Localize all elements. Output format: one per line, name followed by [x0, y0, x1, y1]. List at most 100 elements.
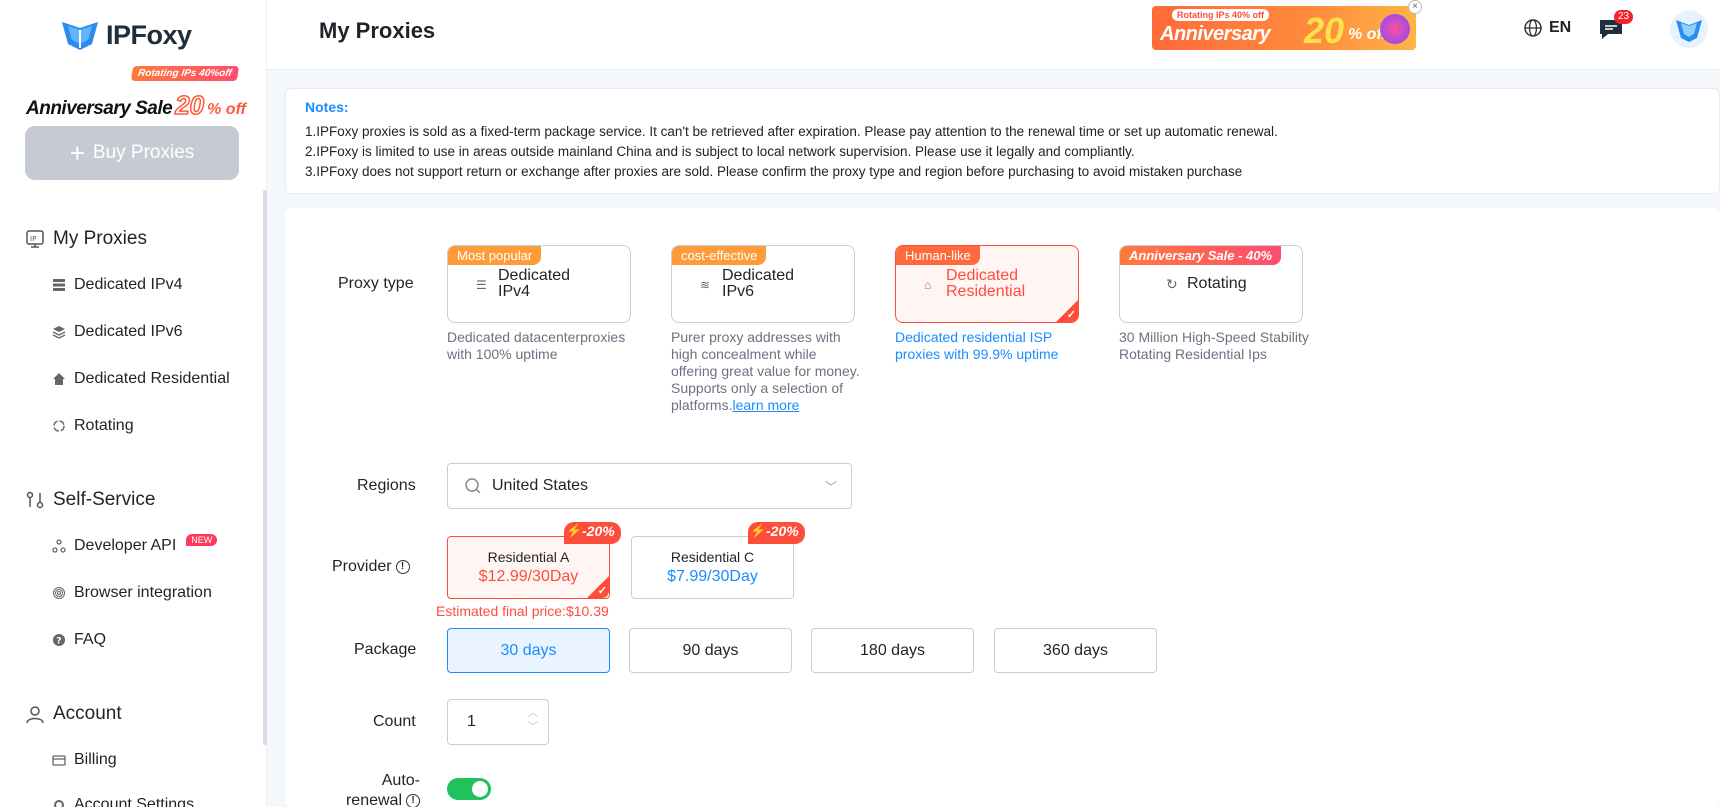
region-select[interactable]: United States ﹀ — [447, 463, 852, 509]
sidebar-item-developer-api[interactable]: Developer API NEW — [52, 534, 218, 555]
info-icon[interactable]: ! — [406, 793, 420, 807]
count-stepper[interactable]: 1 ︿ ﹀ — [447, 699, 549, 745]
discount-badge: -20% — [564, 522, 621, 544]
anniversary-banner[interactable]: Rotating IPs 40% off Anniversary 20 % of… — [1152, 6, 1416, 50]
banner-tag: Rotating IPs 40% off — [1172, 9, 1270, 21]
proxy-desc-ipv4: Dedicated datacenterproxies with 100% up… — [447, 329, 626, 362]
card-name: Dedicated Residential — [946, 267, 1026, 300]
plus-icon: + — [69, 138, 85, 168]
new-badge: NEW — [186, 534, 218, 546]
logo-text: IPFoxy — [106, 19, 192, 50]
sidebar-item-label: Account Settings — [74, 796, 195, 807]
note-line: 2.IPFoxy is limited to use in areas outs… — [305, 144, 1135, 159]
check-icon: ✓ — [597, 585, 607, 597]
fingerprint-icon — [52, 586, 66, 600]
layers-icon — [52, 325, 66, 339]
nav-section-account[interactable]: Account — [25, 703, 122, 725]
provider-label: Provider! — [332, 558, 410, 576]
language-selector[interactable]: EN — [1523, 18, 1571, 38]
card-name: Dedicated IPv4 — [498, 267, 571, 300]
card-name: Dedicated IPv6 — [722, 267, 795, 300]
settings-icon — [52, 798, 66, 807]
nav-section-label: Account — [53, 703, 122, 724]
promo-sale-text: Anniversary Sale — [26, 98, 173, 119]
card-tag: Most popular — [448, 246, 542, 265]
promo-sale[interactable]: Anniversary Sale 20 % off — [26, 89, 246, 121]
banner-text: Anniversary — [1160, 23, 1271, 45]
svg-text:IP: IP — [30, 235, 36, 243]
search-icon — [465, 478, 481, 494]
package-360-days[interactable]: 360 days — [994, 628, 1157, 673]
sidebar-item-dedicated-residential[interactable]: Dedicated Residential — [52, 370, 230, 388]
note-line: 3.IPFoxy does not support return or exch… — [305, 164, 1243, 179]
sidebar-item-label: Dedicated IPv4 — [74, 276, 183, 293]
notes-title: Notes: — [305, 99, 349, 115]
server-icon: ☰ — [476, 278, 487, 292]
proxy-desc-residential: Dedicated residential ISP proxies with 9… — [895, 329, 1059, 362]
ip-icon: IP — [25, 229, 45, 249]
message-count-badge: 23 — [1614, 10, 1634, 24]
buy-proxies-label: Buy Proxies — [92, 142, 195, 163]
discount-badge: -20% — [748, 522, 805, 544]
count-value: 1 — [467, 713, 476, 730]
nav-section-label: My Proxies — [53, 228, 147, 249]
banner-close-icon[interactable]: × — [1408, 0, 1422, 14]
page-title: My Proxies — [319, 18, 436, 43]
home-icon — [52, 372, 66, 386]
banner-percent: 20 — [1304, 10, 1345, 50]
note-line: 1.IPFoxy proxies is sold as a fixed-term… — [305, 124, 1278, 139]
sidebar-item-label: Browser integration — [74, 584, 212, 601]
proxy-type-card-rotating[interactable]: Anniversary Sale - 40% ↻ Rotating — [1119, 245, 1303, 323]
sidebar-item-billing[interactable]: Billing — [52, 751, 117, 769]
workflow-icon — [25, 490, 45, 510]
sidebar-item-label: Dedicated Residential — [74, 370, 230, 387]
package-180-days[interactable]: 180 days — [811, 628, 974, 673]
info-icon[interactable]: ! — [395, 559, 410, 574]
provider-card-residential-a[interactable]: Residential A $12.99/30Day ✓ — [447, 536, 610, 599]
logo[interactable]: IPFoxy — [60, 18, 192, 52]
nav-section-my-proxies[interactable]: IP My Proxies — [25, 228, 147, 250]
card-tag: Human-like — [896, 246, 980, 265]
sidebar-scrollbar[interactable] — [263, 190, 267, 745]
sidebar-item-dedicated-ipv6[interactable]: Dedicated IPv6 — [52, 323, 183, 341]
nav-section-label: Self-Service — [53, 489, 156, 510]
count-label: Count — [373, 713, 416, 730]
server-icon — [52, 278, 66, 292]
proxy-type-label: Proxy type — [338, 275, 414, 292]
buy-proxies-button[interactable]: + Buy Proxies — [25, 126, 239, 180]
proxy-desc-ipv6: Purer proxy addresses with high concealm… — [671, 329, 861, 414]
gift-icon — [1380, 14, 1410, 44]
sidebar-item-label: Developer API — [74, 537, 177, 554]
api-icon — [52, 539, 66, 553]
nav-section-self-service[interactable]: Self-Service — [25, 489, 155, 511]
proxy-type-card-ipv6[interactable]: cost-effective ≋ Dedicated IPv6 — [671, 245, 855, 323]
rotate-icon — [52, 419, 66, 433]
package-90-days[interactable]: 90 days — [629, 628, 792, 673]
package-label: Package — [354, 641, 417, 658]
provider-price: $12.99/30Day — [478, 568, 579, 585]
proxy-type-card-residential[interactable]: Human-like ⌂ Dedicated Residential ✓ — [895, 245, 1079, 323]
provider-card-residential-c[interactable]: Residential C $7.99/30Day — [631, 536, 794, 599]
fox-logo-icon — [62, 22, 98, 50]
sidebar-item-account-settings[interactable]: Account Settings — [52, 796, 194, 807]
rotate-icon: ↻ — [1166, 276, 1178, 292]
home-icon: ⌂ — [924, 278, 932, 292]
card-name: Rotating — [1187, 275, 1247, 292]
sidebar-item-browser-integration[interactable]: Browser integration — [52, 584, 212, 602]
sidebar-item-label: Rotating — [74, 417, 134, 434]
stepper-arrows-icon[interactable]: ︿ ﹀ — [528, 707, 538, 735]
check-icon: ✓ — [1066, 309, 1076, 321]
avatar[interactable] — [1670, 10, 1708, 48]
sidebar-item-faq[interactable]: ? FAQ — [52, 631, 106, 649]
promo-tag[interactable]: Rotating IPs 40%off — [130, 66, 239, 81]
estimated-price: Estimated final price:$10.39 — [436, 603, 609, 619]
learn-more-link[interactable]: learn more — [732, 397, 799, 413]
sidebar-item-rotating[interactable]: Rotating — [52, 417, 134, 435]
provider-name: Residential A — [487, 549, 570, 565]
sidebar-item-dedicated-ipv4[interactable]: Dedicated IPv4 — [52, 276, 183, 294]
card-tag: cost-effective — [672, 246, 767, 265]
package-30-days[interactable]: 30 days — [447, 628, 610, 673]
auto-renewal-toggle[interactable] — [447, 778, 491, 800]
user-icon — [25, 704, 45, 724]
proxy-type-card-ipv4[interactable]: Most popular ☰ Dedicated IPv4 — [447, 245, 631, 323]
